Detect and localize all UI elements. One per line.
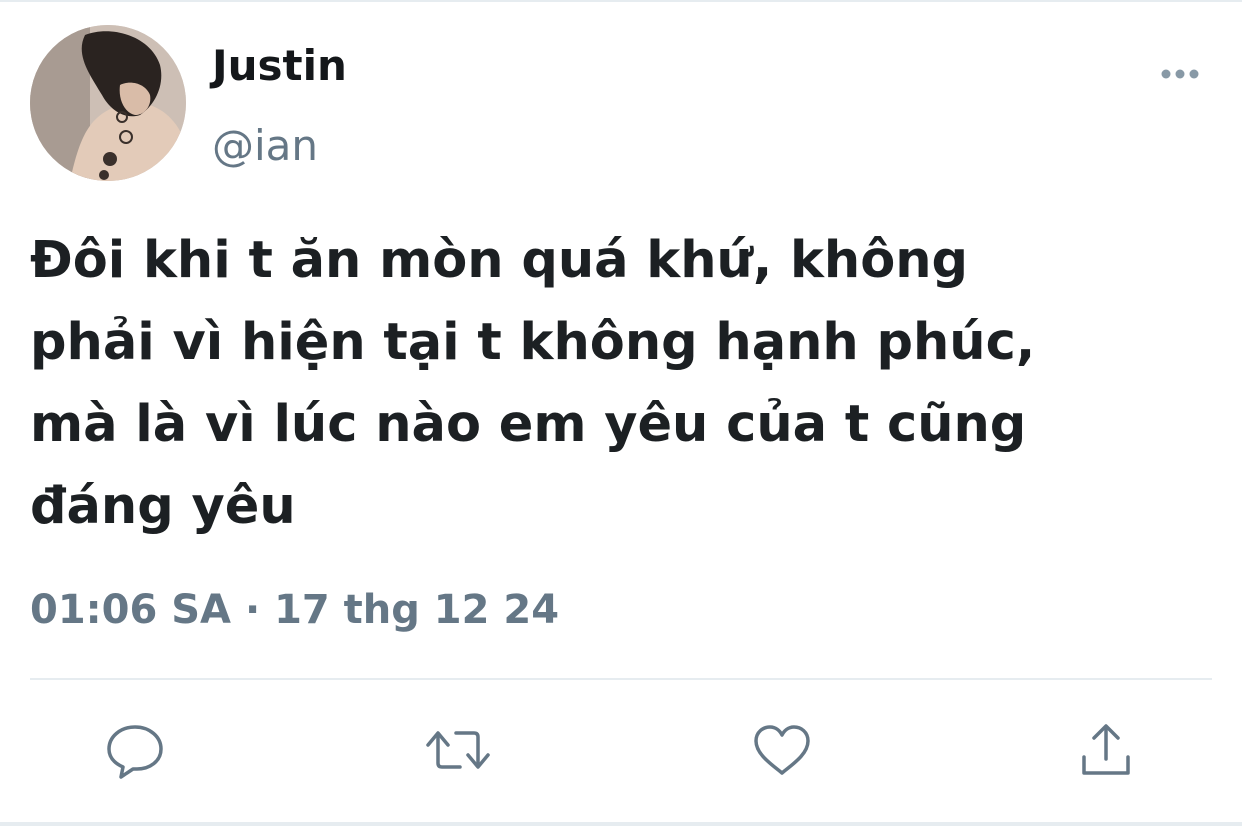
tweet-text-line: mà là vì lúc nào em yêu của t cũng xyxy=(30,395,1027,454)
reply-icon xyxy=(107,725,163,779)
user-handle[interactable]: @ian xyxy=(212,118,318,174)
actions-divider xyxy=(30,678,1212,680)
avatar-photo xyxy=(30,25,186,181)
retweet-button[interactable] xyxy=(422,718,494,782)
display-name[interactable]: Justin xyxy=(212,38,347,94)
tweet-text-line: đáng yêu xyxy=(30,477,296,536)
tweet-timestamp[interactable]: 01:06 SA · 17 thg 12 24 xyxy=(30,582,559,638)
more-icon xyxy=(1161,69,1199,79)
share-icon xyxy=(1082,724,1130,775)
avatar[interactable] xyxy=(30,25,186,181)
heart-icon xyxy=(754,725,810,775)
retweet-icon xyxy=(426,731,490,769)
tweet-text: Đôi khi t ăn mòn quá khứ, không phải vì … xyxy=(30,220,1215,548)
top-divider xyxy=(0,0,1242,2)
like-button[interactable] xyxy=(746,718,818,782)
reply-button[interactable] xyxy=(99,718,171,782)
tweet-text-line: Đôi khi t ăn mòn quá khứ, không xyxy=(30,231,969,290)
share-button[interactable] xyxy=(1070,718,1142,782)
tweet-text-line: phải vì hiện tại t không hạnh phúc, xyxy=(30,313,1036,372)
more-options-button[interactable] xyxy=(1150,56,1210,92)
bottom-divider xyxy=(0,822,1242,826)
